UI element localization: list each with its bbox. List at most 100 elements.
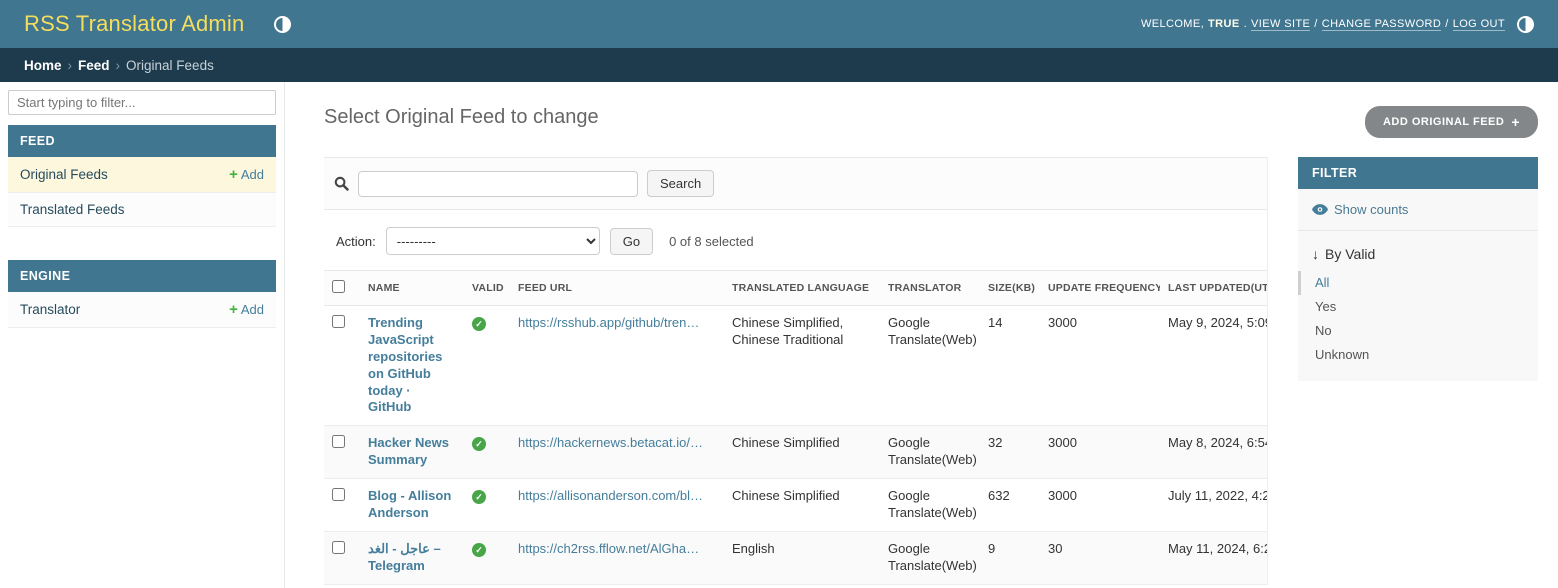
go-button[interactable]: Go [610,228,653,255]
update-frequency-cell: 3000 [1040,479,1160,532]
valid-check-icon [472,490,486,504]
feed-name-link[interactable]: Trending JavaScript repositories on GitH… [368,315,442,414]
sidebar-section-title: ENGINE [8,260,276,292]
feed-name-link[interactable]: Blog - Allison Anderson [368,488,451,520]
translated-language-cell: Chinese Simplified, Chinese Traditional [724,306,880,426]
sidebar-item-label[interactable]: Translated Feeds [20,202,125,217]
add-original-feed-link[interactable]: Add [229,166,264,183]
filter-options: All Yes No Unknown [1298,271,1538,367]
feed-url-link[interactable]: https://rsshub.app/github/tren… [518,315,716,332]
sidebar-item-original-feeds[interactable]: Original Feeds Add [8,157,276,193]
col-header-size[interactable]: SIZE(KB) [980,271,1040,306]
col-header-translator[interactable]: TRANSLATOR [880,271,980,306]
filter-group-heading: ↓ By Valid [1298,231,1538,271]
breadcrumb-separator: › [116,58,121,73]
theme-toggle-icon[interactable] [274,16,291,33]
action-label: Action: [336,234,376,249]
filter-option-no[interactable]: No [1298,319,1538,343]
action-select[interactable]: --------- [386,227,600,255]
change-password-link[interactable]: CHANGE PASSWORD [1322,18,1441,31]
feed-url-link[interactable]: https://allisonanderson.com/bl… [518,488,716,505]
last-updated-cell: May 11, 2024, 6:27 a.m. [1160,531,1267,584]
selection-counter: 0 of 8 selected [669,234,754,249]
filter-panel: FILTER Show counts ↓ By Valid All Yes [1298,157,1538,381]
translated-language-cell: English [724,531,880,584]
valid-check-icon [472,437,486,451]
feed-url-link[interactable]: https://hackernews.betacat.io/… [518,435,716,452]
translator-cell: Google Translate(Web) [880,426,980,479]
size-cell: 32 [980,426,1040,479]
breadcrumb-feed[interactable]: Feed [78,58,110,73]
col-header-translated-language[interactable]: TRANSLATED LANGUAGE [724,271,880,306]
plus-icon [229,166,238,183]
user-tools: WELCOME, TRUE. VIEW SITE / CHANGE PASSWO… [1141,16,1534,33]
col-header-valid[interactable]: VALID [464,271,510,306]
table-row: Hacker News Summary https://hackernews.b… [324,426,1267,479]
view-site-link[interactable]: VIEW SITE [1251,18,1310,31]
translator-cell: Google Translate(Web) [880,479,980,532]
plus-icon [1511,114,1520,130]
link-separator: / [1445,18,1448,30]
sidebar-item-label[interactable]: Translator [20,302,80,317]
app-header: RSS Translator Admin WELCOME, TRUE. VIEW… [0,0,1558,48]
changelist: Search Action: --------- Go 0 of 8 selec… [324,157,1268,585]
app-title[interactable]: RSS Translator Admin [24,11,244,37]
col-header-update-frequency[interactable]: UPDATE FREQUENCY [1040,271,1160,306]
update-frequency-cell: 3000 [1040,426,1160,479]
translator-cell: Google Translate(Web) [880,306,980,426]
sidebar-item-label[interactable]: Original Feeds [20,167,108,182]
valid-check-icon [472,317,486,331]
add-original-feed-button[interactable]: ADD ORIGINAL FEED [1365,106,1538,138]
search-bar: Search [324,157,1267,210]
welcome-suffix: . [1244,18,1247,30]
table-row: Trending JavaScript repositories on GitH… [324,306,1267,426]
table-row: Blog - Allison Anderson https://allisona… [324,479,1267,532]
breadcrumb: Home › Feed › Original Feeds [0,48,1558,82]
main-content: Select Original Feed to change ADD ORIGI… [285,82,1558,588]
plus-icon [229,301,238,318]
breadcrumb-home[interactable]: Home [24,58,62,73]
username: TRUE [1208,18,1240,30]
theme-toggle-icon[interactable] [1517,16,1534,33]
row-checkbox[interactable] [332,541,345,554]
valid-check-icon [472,543,486,557]
feed-name-link[interactable]: Hacker News Summary [368,435,449,467]
sidebar-item-translated-feeds[interactable]: Translated Feeds [8,193,276,227]
feed-name-link[interactable]: عاجل - الغد – Telegram [368,541,441,573]
sidebar-section-title: FEED [8,125,276,157]
last-updated-cell: May 8, 2024, 6:54 a.m. [1160,426,1267,479]
sort-arrow-icon: ↓ [1312,246,1319,262]
link-separator: / [1314,18,1317,30]
update-frequency-cell: 30 [1040,531,1160,584]
add-translator-link[interactable]: Add [229,301,264,318]
col-header-last-updated[interactable]: LAST UPDATED(UTC) [1160,271,1267,306]
table-header-row: NAME VALID FEED URL TRANSLATED LANGUAGE … [324,271,1267,306]
breadcrumb-current: Original Feeds [126,58,214,73]
actions-bar: Action: --------- Go 0 of 8 selected [324,210,1267,270]
feed-url-link[interactable]: https://ch2rss.fflow.net/AlGha… [518,541,716,558]
sidebar-nav: FEED Original Feeds Add Translated Feeds… [0,82,285,588]
col-header-feed-url[interactable]: FEED URL [510,271,724,306]
filter-option-all[interactable]: All [1298,271,1538,295]
col-header-name[interactable]: NAME [360,271,464,306]
row-checkbox[interactable] [332,488,345,501]
log-out-link[interactable]: LOG OUT [1453,18,1505,31]
last-updated-cell: July 11, 2022, 4:25 p.m. [1160,479,1267,532]
search-input[interactable] [358,171,638,197]
sidebar-section-engine: ENGINE Translator Add [8,260,276,328]
search-button[interactable]: Search [647,170,714,197]
translated-language-cell: Chinese Simplified [724,479,880,532]
size-cell: 14 [980,306,1040,426]
size-cell: 9 [980,531,1040,584]
row-checkbox[interactable] [332,315,345,328]
show-counts-toggle[interactable]: Show counts [1298,189,1538,231]
filter-option-unknown[interactable]: Unknown [1298,343,1538,367]
filter-option-yes[interactable]: Yes [1298,295,1538,319]
select-all-checkbox[interactable] [332,280,345,293]
sidebar-filter-input[interactable] [8,90,276,115]
row-checkbox[interactable] [332,435,345,448]
sidebar-item-translator[interactable]: Translator Add [8,292,276,328]
breadcrumb-separator: › [68,58,73,73]
result-table: NAME VALID FEED URL TRANSLATED LANGUAGE … [324,270,1267,585]
filter-panel-title: FILTER [1298,157,1538,189]
